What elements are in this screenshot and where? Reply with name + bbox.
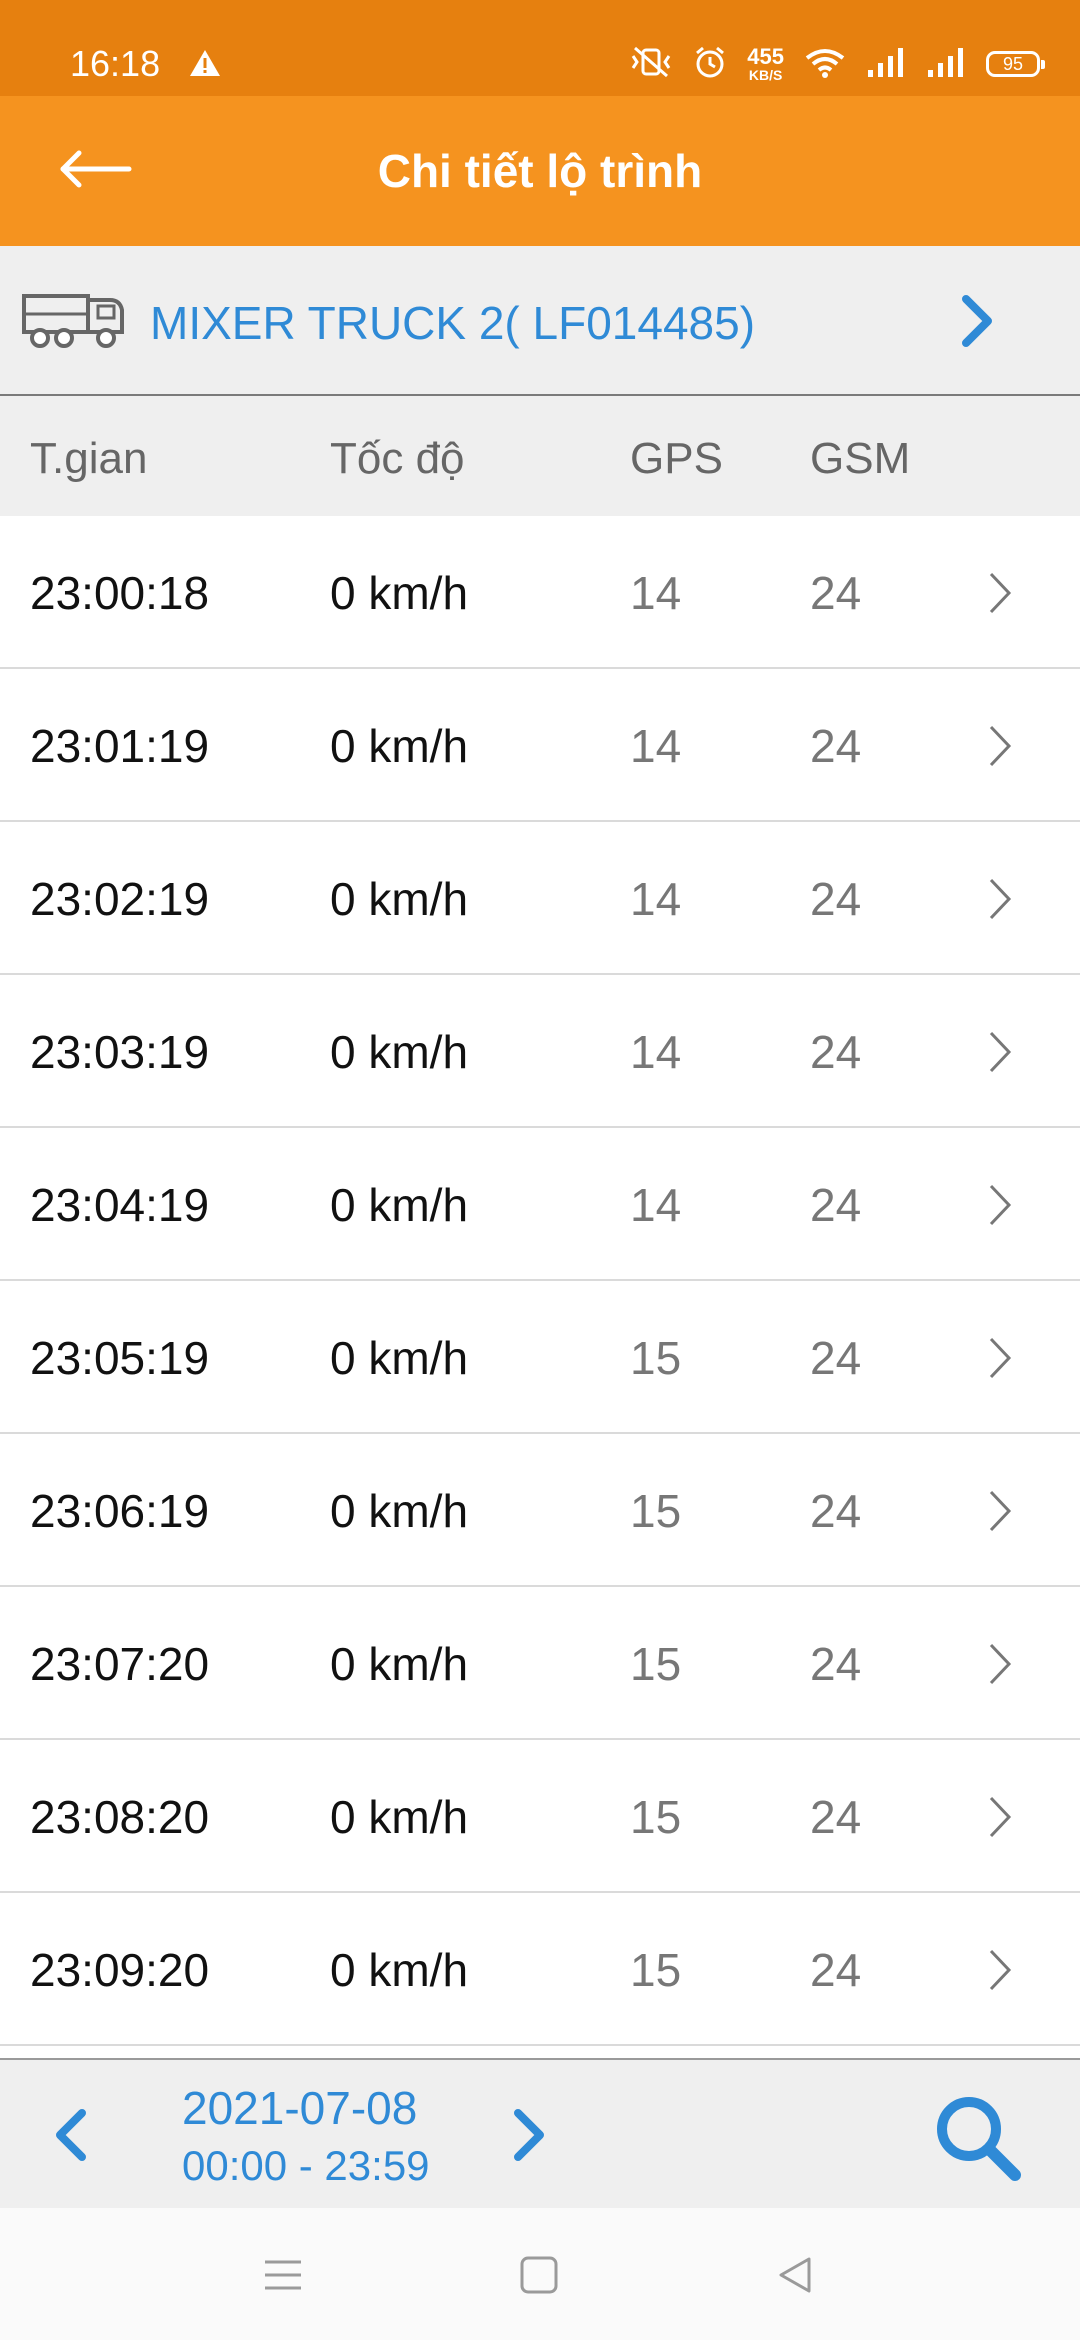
chevron-right-icon xyxy=(985,568,1015,629)
row-speed: 0 km/h xyxy=(330,1791,469,1843)
row-gsm: 24 xyxy=(810,1332,862,1384)
row-gsm: 24 xyxy=(810,1026,862,1078)
status-time: 16:18 xyxy=(70,43,161,84)
row-gsm: 24 xyxy=(810,1179,862,1231)
home-icon[interactable] xyxy=(514,2250,564,2300)
chevron-right-icon xyxy=(985,1639,1015,1700)
header-gsm: GSM xyxy=(810,434,911,483)
row-gsm: 24 xyxy=(810,720,862,772)
row-gps: 14 xyxy=(630,1179,682,1231)
chevron-right-icon xyxy=(985,874,1015,935)
row-gps: 15 xyxy=(630,1791,682,1843)
time-range[interactable]: 00:00 - 23:59 xyxy=(182,2142,430,2190)
menu-icon[interactable] xyxy=(258,2250,308,2300)
chevron-right-icon xyxy=(985,1792,1015,1853)
signal-icon xyxy=(866,46,906,83)
row-time: 23:09:20 xyxy=(30,1944,210,1996)
system-nav-bar xyxy=(0,2208,1080,2340)
signal-icon xyxy=(926,46,966,83)
row-speed: 0 km/h xyxy=(330,720,469,772)
warning-icon xyxy=(188,48,222,83)
row-gps: 14 xyxy=(630,873,682,925)
row-gsm: 24 xyxy=(810,873,862,925)
row-gsm: 24 xyxy=(810,1638,862,1690)
row-speed: 0 km/h xyxy=(330,567,469,619)
vibrate-off-icon xyxy=(629,46,673,83)
wifi-icon xyxy=(804,46,846,83)
table-row[interactable]: 23:03:19 0 km/h 14 24 xyxy=(0,975,1080,1128)
row-gps: 14 xyxy=(630,567,682,619)
status-indicators: 455 KB/S 95 xyxy=(629,42,1045,86)
search-button[interactable] xyxy=(922,2082,1032,2192)
row-speed: 0 km/h xyxy=(330,1332,469,1384)
chevron-right-icon xyxy=(985,1333,1015,1394)
selected-date[interactable]: 2021-07-08 xyxy=(182,2082,417,2134)
row-gsm: 24 xyxy=(810,1485,862,1537)
row-speed: 0 km/h xyxy=(330,1026,469,1078)
chevron-right-icon xyxy=(985,1027,1015,1088)
row-speed: 0 km/h xyxy=(330,873,469,925)
chevron-right-icon xyxy=(985,1945,1015,2006)
row-gps: 15 xyxy=(630,1485,682,1537)
table-row[interactable]: 23:09:20 0 km/h 15 24 xyxy=(0,1893,1080,2046)
header-time: T.gian xyxy=(30,434,148,483)
table-row[interactable]: 23:02:19 0 km/h 14 24 xyxy=(0,822,1080,975)
table-row[interactable]: 23:07:20 0 km/h 15 24 xyxy=(0,1587,1080,1740)
row-time: 23:04:19 xyxy=(30,1179,210,1231)
table-row[interactable]: 23:00:18 0 km/h 14 24 xyxy=(0,516,1080,669)
table-row[interactable]: 23:01:19 0 km/h 14 24 xyxy=(0,669,1080,822)
row-time: 23:05:19 xyxy=(30,1332,210,1384)
row-gps: 14 xyxy=(630,720,682,772)
row-time: 23:08:20 xyxy=(30,1791,210,1843)
row-gsm: 24 xyxy=(810,1944,862,1996)
net-speed: 455 KB/S xyxy=(747,44,784,83)
row-speed: 0 km/h xyxy=(330,1638,469,1690)
search-icon xyxy=(937,2097,1021,2181)
header-gps: GPS xyxy=(630,434,723,483)
row-speed: 0 km/h xyxy=(330,1485,469,1537)
chevron-right-icon[interactable] xyxy=(948,286,1008,356)
net-speed-value: 455 xyxy=(747,44,784,69)
table-row[interactable]: 23:08:20 0 km/h 15 24 xyxy=(0,1740,1080,1893)
row-time: 23:02:19 xyxy=(30,873,210,925)
net-speed-unit: KB/S xyxy=(748,67,783,83)
row-gsm: 24 xyxy=(810,567,862,619)
header-speed: Tốc độ xyxy=(330,434,465,483)
chevron-left-icon xyxy=(56,2109,86,2161)
table-row[interactable]: 23:04:19 0 km/h 14 24 xyxy=(0,1128,1080,1281)
row-time: 23:06:19 xyxy=(30,1485,210,1537)
row-time: 23:03:19 xyxy=(30,1026,210,1078)
table-row[interactable]: 23:05:19 0 km/h 15 24 xyxy=(0,1281,1080,1434)
back-triangle-icon[interactable] xyxy=(770,2250,820,2300)
chevron-right-icon xyxy=(985,1180,1015,1241)
prev-date-button[interactable] xyxy=(40,2100,100,2170)
row-time: 23:07:20 xyxy=(30,1638,210,1690)
row-time: 23:00:18 xyxy=(30,567,210,619)
row-gps: 15 xyxy=(630,1638,682,1690)
chevron-right-icon xyxy=(985,721,1015,782)
route-list: 23:00:18 0 km/h 14 24 23:01:19 0 km/h 14… xyxy=(0,516,1080,2058)
chevron-right-icon xyxy=(985,1486,1015,1547)
next-date-button[interactable] xyxy=(500,2100,560,2170)
chevron-right-icon xyxy=(514,2109,544,2161)
row-speed: 0 km/h xyxy=(330,1944,469,1996)
date-bar: 2021-07-08 00:00 - 23:59 xyxy=(0,2058,1080,2208)
vehicle-selector[interactable]: MIXER TRUCK 2( LF014485) xyxy=(0,246,1080,396)
table-row[interactable]: 23:06:19 0 km/h 15 24 xyxy=(0,1434,1080,1587)
row-time: 23:01:19 xyxy=(30,720,210,772)
battery-icon: 95 xyxy=(986,51,1045,77)
vehicle-name: MIXER TRUCK 2( LF014485) xyxy=(150,297,756,349)
row-gps: 15 xyxy=(630,1332,682,1384)
table-header: T.gian Tốc độ GPS GSM xyxy=(0,396,1080,516)
alarm-icon xyxy=(693,45,727,84)
battery-level: 95 xyxy=(1002,53,1024,74)
status-bar: 16:18 455 KB/S 95 xyxy=(0,0,1080,96)
truck-icon xyxy=(20,288,128,357)
row-gsm: 24 xyxy=(810,1791,862,1843)
row-gps: 14 xyxy=(630,1026,682,1078)
row-gps: 15 xyxy=(630,1944,682,1996)
row-speed: 0 km/h xyxy=(330,1179,469,1231)
page-title: Chi tiết lộ trình xyxy=(377,145,703,197)
app-bar: Chi tiết lộ trình xyxy=(0,96,1080,246)
